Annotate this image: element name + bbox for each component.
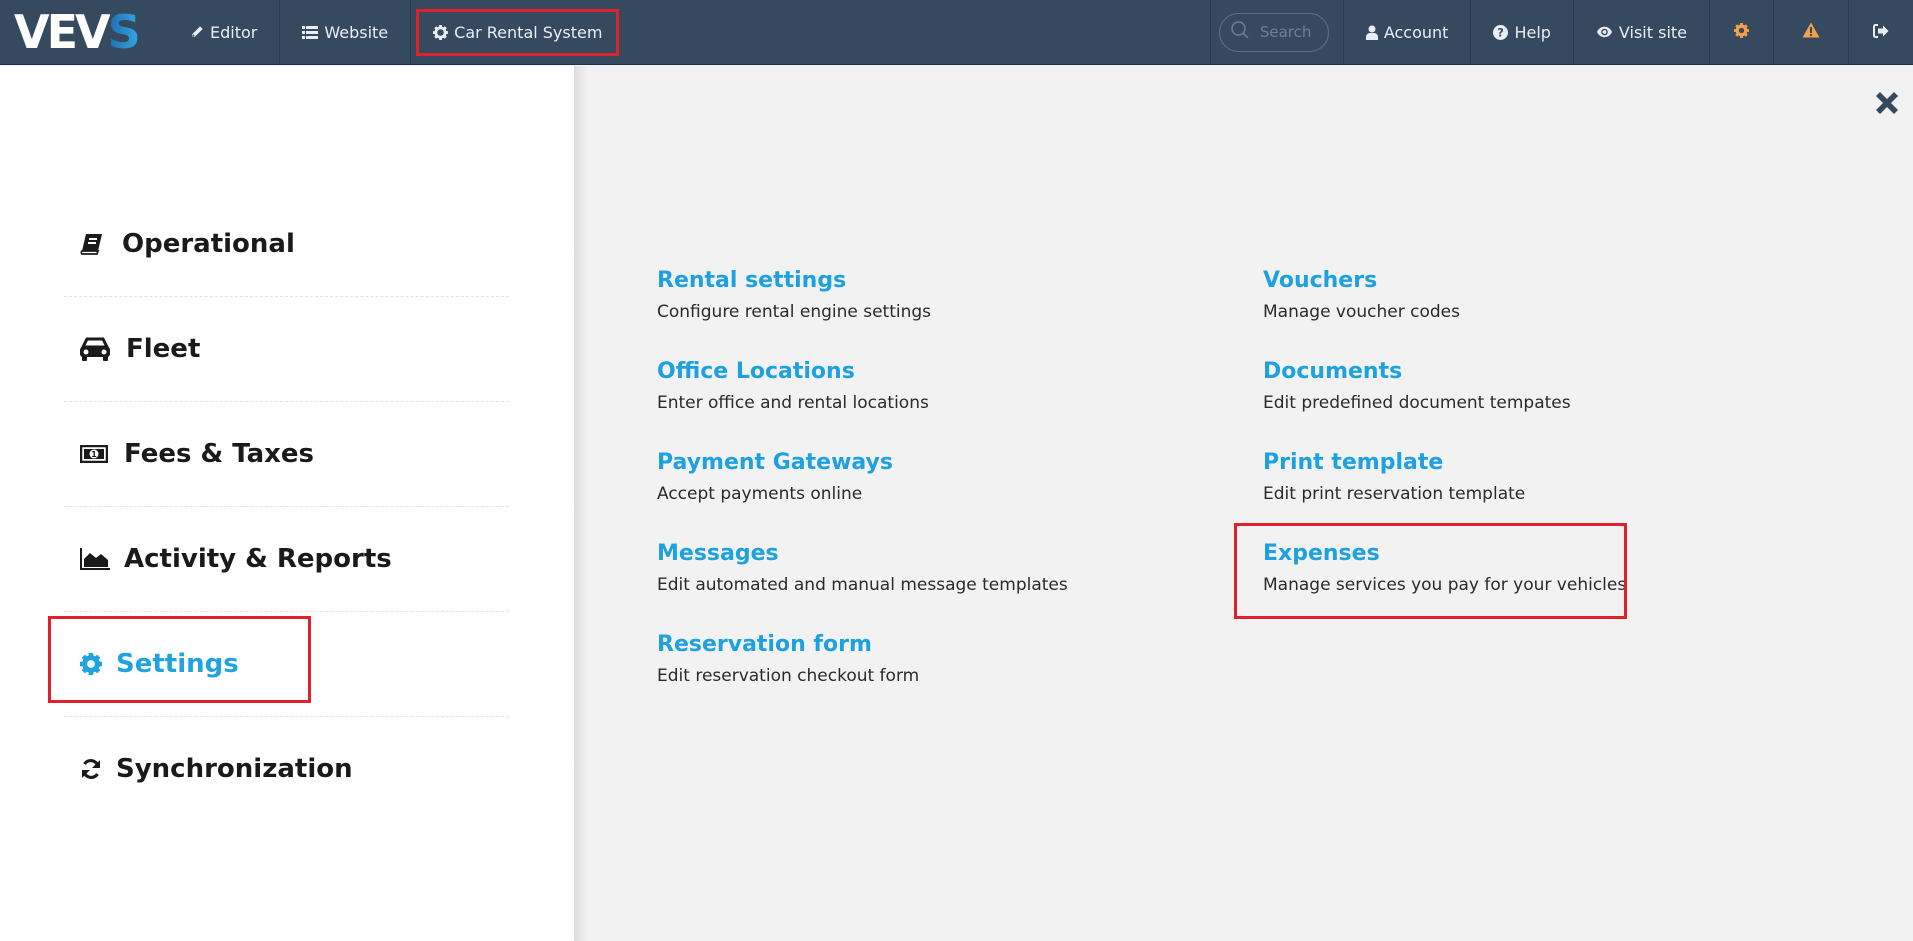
sidebar-item-label: Operational [122, 228, 295, 259]
setting-description: Edit reservation checkout form [657, 666, 920, 686]
nav-visit-site[interactable]: Visit site [1574, 0, 1710, 64]
nav-website[interactable]: Website [280, 0, 412, 64]
setting-link[interactable]: Documents [1263, 359, 1402, 384]
gear-icon [1734, 22, 1749, 42]
setting-vouchers: Vouchers Manage voucher codes [1263, 268, 1783, 322]
pencil-icon [190, 25, 204, 39]
user-icon [1365, 25, 1378, 40]
sidebar-item-label: Activity & Reports [124, 543, 392, 574]
sidebar-item-activity-reports[interactable]: Activity & Reports [64, 506, 509, 611]
refresh-icon [80, 758, 104, 780]
setting-link[interactable]: Reservation form [657, 632, 872, 657]
sidebar-item-operational[interactable]: Operational [64, 191, 509, 296]
nav-editor[interactable]: Editor [168, 0, 281, 64]
area-chart-icon [80, 547, 110, 570]
setting-link[interactable]: Messages [657, 541, 779, 566]
list-icon [302, 25, 319, 39]
gear-icon [433, 24, 449, 40]
sidebar-item-label: Fees & Taxes [124, 438, 315, 469]
setting-description: Edit print reservation template [1263, 484, 1526, 504]
settings-button[interactable] [1710, 0, 1774, 64]
nav-help-label: Help [1514, 22, 1551, 42]
nav-website-label: Website [324, 22, 389, 42]
vevs-logo[interactable]: VEV S [0, 0, 168, 64]
book-icon [80, 233, 110, 255]
sidebar-item-label: Fleet [126, 333, 201, 364]
nav-help[interactable]: ? Help [1471, 0, 1574, 64]
settings-sidebar: Operational Fleet 1 Fees & Taxes Activit… [0, 66, 574, 941]
sidebar-item-fees-taxes[interactable]: 1 Fees & Taxes [64, 401, 509, 506]
search-container [1211, 0, 1344, 64]
top-navbar: VEV S Editor Website Car Rental System S… [0, 0, 1913, 65]
nav-car-rental-system[interactable]: Car Rental System [411, 0, 624, 64]
svg-text:?: ? [1498, 26, 1505, 39]
nav-visit-site-label: Visit site [1618, 22, 1687, 42]
logo-accent: S [107, 5, 141, 59]
nav-editor-label: Editor [210, 22, 258, 42]
setting-description: Accept payments online [657, 484, 863, 504]
nav-car-rental-label: Car Rental System [454, 22, 603, 42]
eye-icon [1596, 26, 1613, 38]
setting-messages: Messages Edit automated and manual messa… [657, 541, 1177, 595]
question-circle-icon: ? [1493, 24, 1509, 40]
logout-button[interactable] [1849, 0, 1913, 64]
sidebar-item-label: Settings [116, 648, 239, 679]
warning-icon [1802, 22, 1820, 42]
logo-text: VEV [14, 5, 111, 59]
setting-office-locations: Office Locations Enter office and rental… [657, 359, 1177, 413]
setting-link[interactable]: Office Locations [657, 359, 855, 384]
sign-out-icon [1873, 23, 1889, 42]
setting-link[interactable]: Payment Gateways [657, 450, 893, 475]
setting-print-template: Print template Edit print reservation te… [1263, 450, 1783, 504]
sidebar-item-fleet[interactable]: Fleet [64, 296, 509, 401]
sidebar-shadow [574, 66, 588, 941]
close-icon [1876, 92, 1898, 114]
nav-account-label: Account [1383, 22, 1449, 42]
setting-payment-gateways: Payment Gateways Accept payments online [657, 450, 1177, 504]
setting-documents: Documents Edit predefined document tempa… [1263, 359, 1783, 413]
setting-description: Edit predefined document tempates [1263, 393, 1571, 413]
setting-link[interactable]: Expenses [1263, 541, 1380, 566]
nav-account[interactable]: Account [1344, 0, 1472, 64]
search-icon [1230, 20, 1250, 44]
setting-description: Manage services you pay for your vehicle… [1263, 575, 1627, 595]
gear-icon [80, 652, 104, 675]
sidebar-item-settings[interactable]: Settings [64, 611, 509, 716]
setting-expenses: Expenses Manage services you pay for you… [1263, 541, 1783, 595]
warning-button[interactable] [1774, 0, 1849, 64]
setting-reservation-form: Reservation form Edit reservation checko… [657, 632, 1177, 686]
setting-description: Manage voucher codes [1263, 302, 1460, 322]
svg-text:1: 1 [91, 450, 97, 459]
sidebar-item-synchronization[interactable]: Synchronization [64, 716, 509, 821]
setting-link[interactable]: Vouchers [1263, 268, 1377, 293]
search-input[interactable] [1259, 23, 1324, 41]
setting-description: Edit automated and manual message templa… [657, 575, 1068, 595]
navbar-spacer [624, 0, 1211, 64]
sidebar-item-label: Synchronization [116, 753, 353, 784]
close-button[interactable] [1872, 88, 1902, 118]
setting-description: Enter office and rental locations [657, 393, 929, 413]
money-icon: 1 [80, 444, 110, 463]
search-box[interactable] [1218, 12, 1329, 52]
car-icon [80, 337, 112, 361]
setting-link[interactable]: Rental settings [657, 268, 846, 293]
setting-rental-settings: Rental settings Configure rental engine … [657, 268, 1177, 322]
setting-link[interactable]: Print template [1263, 450, 1443, 475]
setting-description: Configure rental engine settings [657, 302, 932, 322]
